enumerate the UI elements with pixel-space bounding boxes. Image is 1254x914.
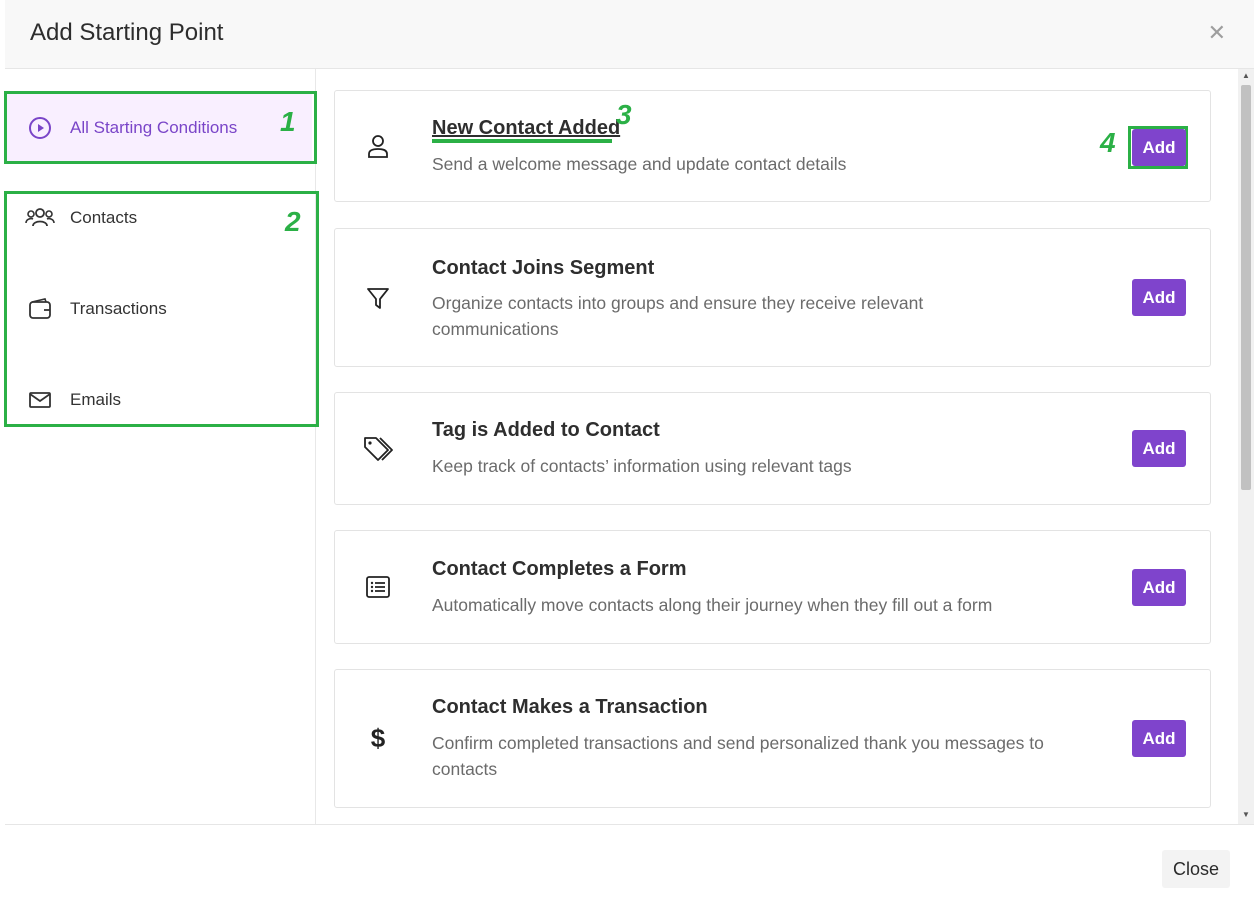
annotation-number-2: 2: [285, 206, 301, 237]
scroll-up-arrow-icon[interactable]: ▲: [1241, 71, 1251, 81]
sidebar: All Starting Conditions Contacts Transac…: [0, 69, 316, 824]
user-icon: [363, 131, 393, 161]
card-description: Confirm completed transactions and send …: [432, 733, 1044, 779]
add-button-new-contact-added[interactable]: Add: [1132, 129, 1186, 166]
card-description: Organize contacts into groups and ensure…: [432, 293, 924, 339]
content-scrollbar[interactable]: ▲ ▼: [1238, 69, 1254, 824]
filter-icon: [363, 283, 393, 313]
dialog-title: Add Starting Point: [30, 19, 224, 46]
card-new-contact-added: New Contact Added 3 Send a welcome messa…: [334, 90, 1211, 202]
dollar-icon: $: [370, 722, 386, 753]
scroll-down-arrow-icon[interactable]: ▼: [1241, 810, 1251, 820]
card-title: Contact Makes a Transaction: [432, 696, 708, 718]
dialog-footer: Close: [5, 824, 1254, 914]
close-icon[interactable]: ✕: [1208, 20, 1226, 46]
card-tag-added-to-contact: Tag is Added to Contact Keep track of co…: [334, 392, 1211, 505]
scroll-thumb[interactable]: [1241, 85, 1251, 490]
card-title: Contact Joins Segment: [432, 257, 655, 279]
annotation-number-1: 1: [280, 106, 296, 137]
add-button-tag-added-to-contact[interactable]: Add: [1132, 430, 1186, 467]
dialog-header: Add Starting Point ✕: [5, 0, 1254, 69]
annotation-box-2: [4, 191, 319, 427]
card-title: New Contact Added: [432, 117, 621, 139]
card-description: Keep track of contacts’ information usin…: [432, 456, 852, 476]
card-description: Automatically move contacts along their …: [432, 595, 993, 615]
annotation-box-1: [4, 91, 317, 164]
add-button-contact-makes-transaction[interactable]: Add: [1132, 720, 1186, 757]
annotation-underline-3: [432, 139, 612, 143]
card-contact-joins-segment: Contact Joins Segment Organize contacts …: [334, 228, 1211, 367]
card-description: Send a welcome message and update contac…: [432, 154, 847, 174]
tags-icon: [363, 434, 393, 464]
list-form-icon: [363, 572, 393, 602]
card-title: Contact Completes a Form: [432, 558, 687, 580]
annotation-number-4: 4: [1100, 127, 1116, 158]
card-contact-makes-transaction: $ Contact Makes a Transaction Confirm co…: [334, 669, 1211, 808]
card-contact-completes-form: Contact Completes a Form Automatically m…: [334, 530, 1211, 644]
annotation-number-3: 3: [616, 99, 632, 130]
starting-conditions-list: New Contact Added 3 Send a welcome messa…: [316, 69, 1238, 824]
close-button[interactable]: Close: [1162, 850, 1230, 888]
add-button-contact-completes-form[interactable]: Add: [1132, 569, 1186, 606]
card-title: Tag is Added to Contact: [432, 419, 660, 441]
add-button-contact-joins-segment[interactable]: Add: [1132, 279, 1186, 316]
